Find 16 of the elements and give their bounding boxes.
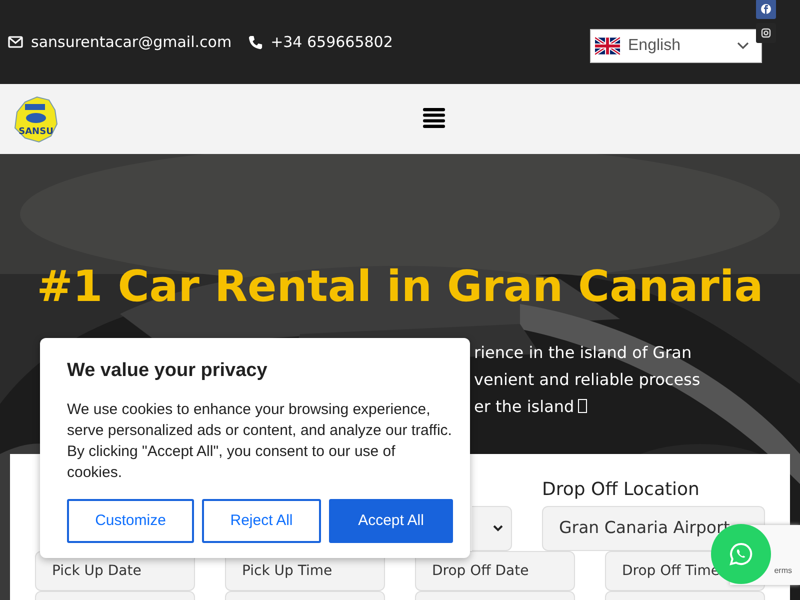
cookie-button[interactable]: Reject All	[202, 498, 321, 543]
cookie-button[interactable]: Customize	[67, 498, 194, 543]
email-link[interactable]: sansurentacar@gmail.com	[31, 30, 232, 54]
language-select[interactable]: English	[590, 29, 762, 63]
hero-title: #1 Car Rental in Gran Canaria	[36, 262, 764, 314]
hero-text: rience in the island of Gran	[474, 342, 692, 364]
hero-text: venient and reliable process	[474, 368, 700, 391]
banner-text: We use cookies to enhance your browsing experience, serve personalized ads or content, and analyze our traffic. By clicking "Accept All", you consent to our use of cookies.	[67, 400, 453, 483]
input-field[interactable]: Drop Off Date	[415, 550, 575, 591]
cookie-button[interactable]: Accept All	[329, 498, 453, 543]
language-label: English	[628, 36, 680, 56]
field-label: Drop Off Location	[542, 478, 700, 502]
recaptcha-text: erms	[774, 565, 792, 577]
hero-text: er the island	[474, 396, 574, 418]
banner-title: We value your privacy	[67, 360, 268, 383]
phone-link[interactable]: +34 659665802	[270, 30, 393, 54]
